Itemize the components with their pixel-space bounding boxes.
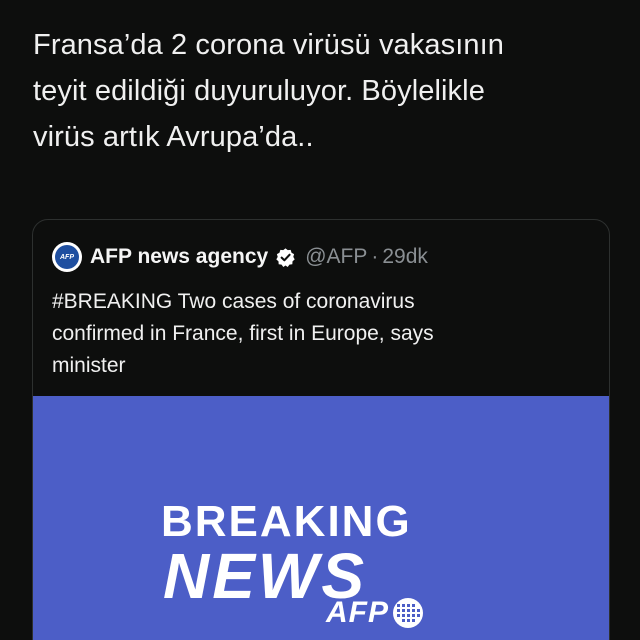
tweet-screen: Fransa’da 2 corona virüsü vakasının teyi…	[0, 0, 640, 640]
afp-logo-text: AFP	[326, 596, 389, 629]
quoted-tweet-text: #BREAKING Two cases of coronavirus confi…	[52, 290, 434, 377]
timestamp[interactable]: 29dk	[382, 245, 428, 269]
verified-badge-icon	[276, 247, 295, 267]
afp-logo: AFP	[326, 596, 425, 630]
afp-logo-avatar: AFP	[55, 245, 79, 269]
avatar[interactable]: AFP	[52, 242, 82, 272]
quoted-tweet-card[interactable]: AFP AFP news agency @AFP · 29dk #BREAKIN…	[32, 219, 610, 640]
separator-dot: ·	[371, 245, 379, 268]
quoted-tweet-header: AFP AFP news agency @AFP · 29dk	[52, 242, 428, 272]
globe-icon	[393, 598, 423, 628]
display-name[interactable]: AFP news agency	[90, 245, 268, 269]
breaking-news-image[interactable]: BREAKING NEWS AFP	[33, 396, 609, 640]
handle[interactable]: @AFP	[305, 245, 367, 269]
tweet-text: Fransa’da 2 corona virüsü vakasının teyi…	[33, 29, 504, 153]
breaking-label: BREAKING	[161, 497, 412, 546]
